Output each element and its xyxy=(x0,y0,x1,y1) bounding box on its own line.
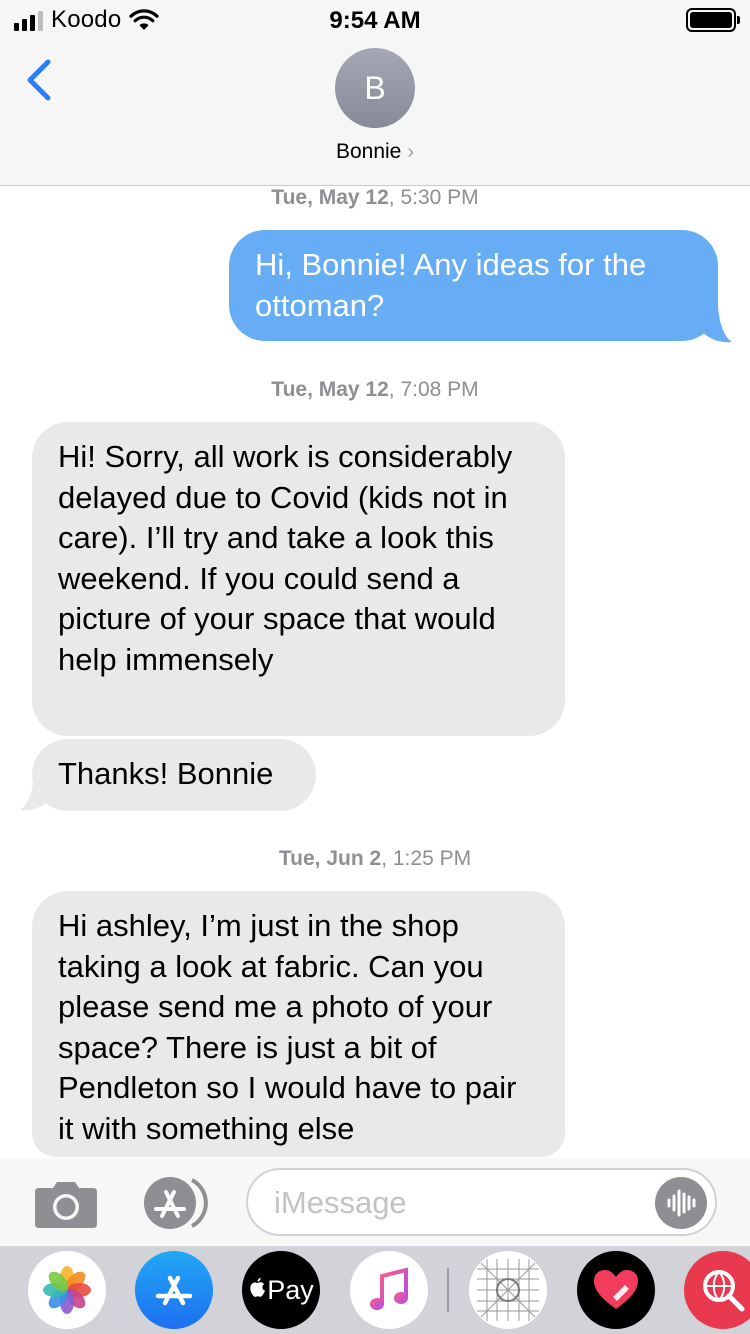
heart-icon xyxy=(594,1270,638,1309)
camera-icon[interactable] xyxy=(35,1178,97,1228)
sketch-app-icon[interactable] xyxy=(469,1251,547,1329)
conversation-header: B Bonnie › xyxy=(0,40,750,186)
photos-app-icon[interactable] xyxy=(28,1251,106,1329)
music-note-icon xyxy=(370,1267,408,1310)
timestamp: Tue, May 12, 7:08 PM xyxy=(0,378,750,402)
back-chevron-icon[interactable] xyxy=(22,58,58,102)
timestamp-time: , 5:30 PM xyxy=(388,186,479,209)
timestamp-time: , 1:25 PM xyxy=(381,847,472,870)
drawer-divider xyxy=(447,1268,449,1312)
contact-name: Bonnie xyxy=(335,140,402,163)
apple-logo-icon xyxy=(250,1278,266,1297)
avatar-initial: B xyxy=(364,69,386,106)
incoming-message-bubble[interactable]: Hi! Sorry, all work is considerably dela… xyxy=(32,422,565,736)
timestamp: Tue, Jun 2, 1:25 PM xyxy=(0,847,750,871)
app-store-a-icon xyxy=(155,1275,193,1306)
timestamp-day: Tue, May 12 xyxy=(271,378,389,401)
battery-icon xyxy=(686,8,740,32)
timestamp: Tue, May 12, 5:30 PM xyxy=(0,186,750,210)
timestamp-day: Tue, May 12 xyxy=(271,186,389,209)
message-input-bar: iMessage xyxy=(0,1158,750,1246)
message-text: Thanks! Bonnie xyxy=(58,756,274,791)
status-time: 9:54 AM xyxy=(329,7,421,34)
status-bar: Koodo 9:54 AM xyxy=(0,0,750,40)
app-store-app-icon[interactable] xyxy=(135,1251,213,1329)
contact-name-button[interactable]: Bonnie › xyxy=(0,140,750,164)
contact-avatar[interactable]: B xyxy=(335,48,415,128)
incoming-message-bubble[interactable]: Hi ashley, I’m just in the shop taking a… xyxy=(32,891,565,1157)
music-app-icon[interactable] xyxy=(350,1251,428,1329)
app-drawer: Pay xyxy=(0,1246,750,1334)
apple-pay-label: Pay xyxy=(267,1274,314,1305)
photos-icon xyxy=(43,1266,91,1314)
digital-touch-app-icon[interactable] xyxy=(577,1251,655,1329)
audio-message-icon[interactable] xyxy=(655,1177,707,1229)
incoming-message-bubble[interactable]: Thanks! Bonnie xyxy=(32,739,316,811)
outgoing-message-bubble[interactable]: Hi, Bonnie! Any ideas for the ottoman? xyxy=(229,230,718,341)
grid-sketch-icon xyxy=(477,1259,539,1321)
image-search-app-icon[interactable] xyxy=(684,1251,750,1329)
apple-pay-app-icon[interactable]: Pay xyxy=(242,1251,320,1329)
message-text: Hi, Bonnie! Any ideas for the ottoman? xyxy=(255,247,647,323)
globe-search-icon xyxy=(703,1270,745,1312)
message-input-placeholder: iMessage xyxy=(274,1185,407,1220)
message-text: Hi ashley, I’m just in the shop taking a… xyxy=(58,908,517,1146)
chevron-right-icon: › xyxy=(407,141,415,163)
message-text: Hi! Sorry, all work is considerably dela… xyxy=(58,439,513,677)
timestamp-day: Tue, Jun 2 xyxy=(278,847,382,870)
app-store-icon[interactable] xyxy=(140,1176,212,1230)
timestamp-time: , 7:08 PM xyxy=(388,378,479,401)
message-input[interactable]: iMessage xyxy=(246,1168,717,1236)
